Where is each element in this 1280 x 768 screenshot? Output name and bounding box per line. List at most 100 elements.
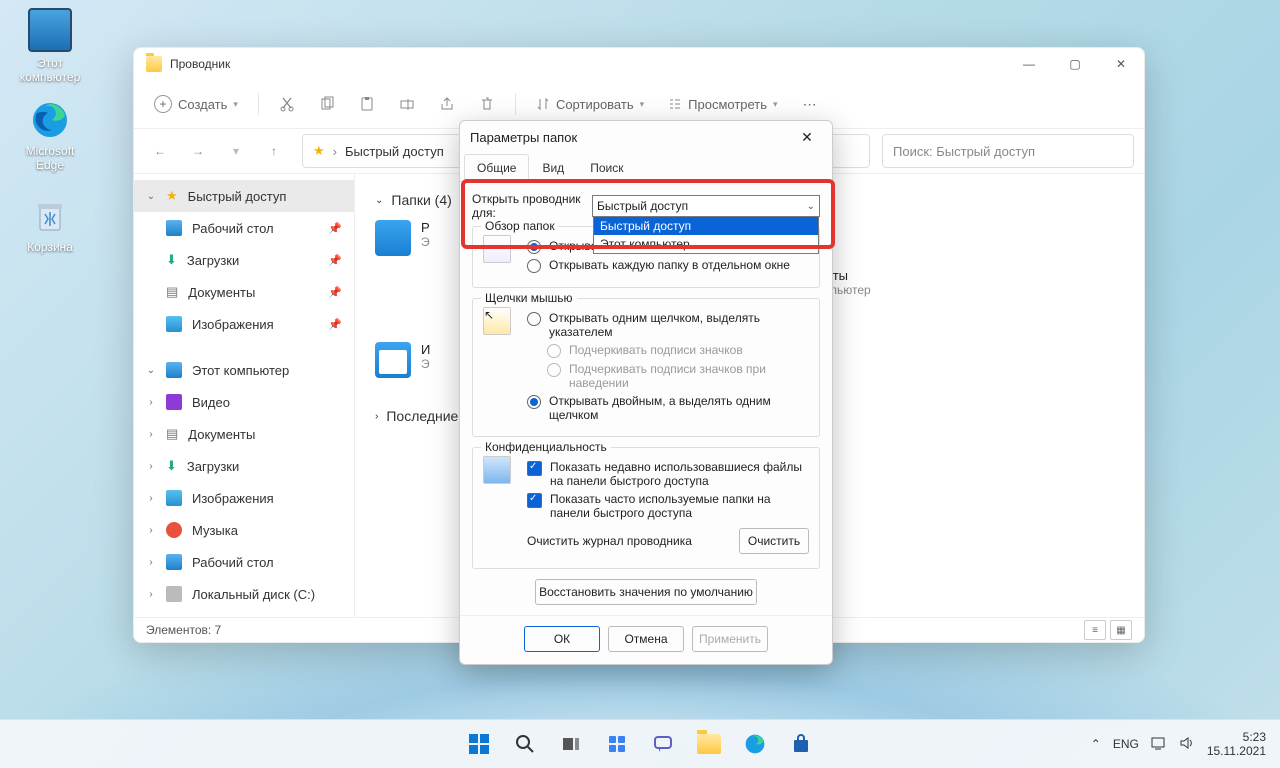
network-icon[interactable] [1151,736,1167,753]
sidebar-item-video[interactable]: ›Видео [134,386,354,418]
drive-icon [166,586,182,602]
sidebar-item-documents[interactable]: ▤Документы📌 [134,276,354,308]
close-button[interactable]: ✕ [1098,48,1144,80]
sidebar-item-pictures2[interactable]: ›Изображения [134,482,354,514]
sidebar-item-cdrive[interactable]: ›Локальный диск (C:) [134,578,354,610]
apply-button[interactable]: Применить [692,626,768,652]
music-icon [166,522,182,538]
sidebar-item-desktop2[interactable]: ›Рабочий стол [134,546,354,578]
up-button[interactable]: ▾ [220,135,252,167]
language-indicator[interactable]: ENG [1113,737,1139,751]
minimize-button[interactable]: ― [1006,48,1052,80]
view-grid-button[interactable]: ▦ [1110,620,1132,640]
copy-icon[interactable] [309,86,345,122]
star-icon: ★ [166,188,178,204]
check-recent-files[interactable]: Показать недавно использовавшиеся файлы … [527,460,809,488]
share-icon[interactable] [429,86,465,122]
edge-icon [30,100,70,140]
up-one-button[interactable]: ↑ [258,135,290,167]
more-icon[interactable]: ⋯ [792,86,828,122]
clear-button[interactable]: Очистить [739,528,809,554]
checkbox-icon [527,461,542,476]
pc-icon [166,362,182,378]
star-icon: ★ [313,143,325,159]
sort-button[interactable]: Сортировать▾ [526,91,654,118]
document-icon: ▤ [166,284,178,300]
desktop-icon-edge[interactable]: Microsoft Edge [12,100,88,172]
group-legend: Щелчки мышью [481,291,577,305]
rename-icon[interactable] [389,86,425,122]
radio-click-double[interactable]: Открывать двойным, а выделять одним щелч… [527,394,809,422]
back-button[interactable]: ← [144,135,176,167]
dialog-titlebar[interactable]: Параметры папок ✕ [460,121,832,153]
sidebar: ⌄★Быстрый доступ Рабочий стол📌 ⬇Загрузки… [134,174,355,617]
radio-icon [527,259,541,273]
view-button[interactable]: Просмотреть▾ [658,91,787,118]
maximize-button[interactable]: ▢ [1052,48,1098,80]
radio-underline-always: Подчеркивать подписи значков [527,343,809,358]
explorer-taskbar-button[interactable] [689,724,729,764]
combo-option[interactable]: Быстрый доступ [594,217,818,235]
desktop-icon-recycle[interactable]: Корзина [12,196,88,254]
desktop-icon [166,554,182,570]
clock[interactable]: 5:23 15.11.2021 [1207,730,1266,758]
start-button[interactable] [459,724,499,764]
paste-icon[interactable] [349,86,385,122]
sidebar-item-pictures[interactable]: Изображения📌 [134,308,354,340]
taskview-button[interactable] [551,724,591,764]
tab-view[interactable]: Вид [529,154,577,182]
desktop-icon-thispc[interactable]: Этот компьютер [12,8,88,84]
desktop-icon-label: Корзина [12,240,88,254]
delete-icon[interactable] [469,86,505,122]
sidebar-item-desktop[interactable]: Рабочий стол📌 [134,212,354,244]
desktop-icon [166,220,182,236]
dialog-close-button[interactable]: ✕ [792,123,822,151]
breadcrumb-label: Быстрый доступ [345,144,444,159]
sidebar-item-quick[interactable]: ⌄★Быстрый доступ [134,180,354,212]
sidebar-item-downloads2[interactable]: ›⬇Загрузки [134,450,354,482]
clear-label: Очистить журнал проводника [527,534,731,548]
cut-icon[interactable] [269,86,305,122]
cancel-button[interactable]: Отмена [608,626,684,652]
radio-icon [527,312,541,326]
document-icon: ▤ [166,426,178,442]
sidebar-item-downloads[interactable]: ⬇Загрузки📌 [134,244,354,276]
radio-icon [547,363,561,377]
new-button[interactable]: +Создать▾ [144,89,248,119]
chat-button[interactable] [643,724,683,764]
pin-icon: 📌 [328,254,342,267]
pin-icon: 📌 [328,222,342,235]
edge-taskbar-button[interactable] [735,724,775,764]
search-button[interactable] [505,724,545,764]
open-explorer-combo[interactable]: Быстрый доступ ⌄ Быстрый доступ Этот ком… [592,195,820,217]
restore-defaults-button[interactable]: Восстановить значения по умолчанию [535,579,757,605]
tray-chevron-icon[interactable]: ⌃ [1091,737,1101,751]
status-text: Элементов: 7 [146,623,221,637]
sidebar-item-music[interactable]: ›Музыка [134,514,354,546]
radio-click-single[interactable]: Открывать одним щелчком, выделять указат… [527,311,809,339]
click-icon: ↖ [483,307,511,335]
click-group: Щелчки мышью ↖ Открывать одним щелчком, … [472,298,820,437]
search-input[interactable]: Поиск: Быстрый доступ [882,134,1134,168]
privacy-group: Конфиденциальность Показать недавно испо… [472,447,820,569]
combo-option[interactable]: Этот компьютер [594,235,818,253]
radio-browse-new[interactable]: Открывать каждую папку в отдельном окне [527,258,809,273]
sidebar-item-thispc[interactable]: ⌄Этот компьютер [134,354,354,386]
titlebar[interactable]: Проводник ― ▢ ✕ [134,48,1144,80]
check-frequent-folders[interactable]: Показать часто используемые папки на пан… [527,492,809,520]
folder-icon [146,56,162,72]
dialog-title: Параметры папок [470,130,577,145]
volume-icon[interactable] [1179,736,1195,753]
folder-options-dialog: Параметры папок ✕ Общие Вид Поиск Открыт… [459,120,833,665]
view-list-button[interactable]: ≡ [1084,620,1106,640]
widgets-button[interactable] [597,724,637,764]
forward-button[interactable]: → [182,135,214,167]
tab-search[interactable]: Поиск [577,154,636,182]
tab-general[interactable]: Общие [464,154,529,182]
taskbar: ⌃ ENG 5:23 15.11.2021 [0,719,1280,768]
sidebar-item-documents2[interactable]: ›▤Документы [134,418,354,450]
store-taskbar-button[interactable] [781,724,821,764]
desktop-icon-label: Microsoft Edge [12,144,88,172]
ok-button[interactable]: ОК [524,626,600,652]
recycle-bin-icon [30,196,70,236]
